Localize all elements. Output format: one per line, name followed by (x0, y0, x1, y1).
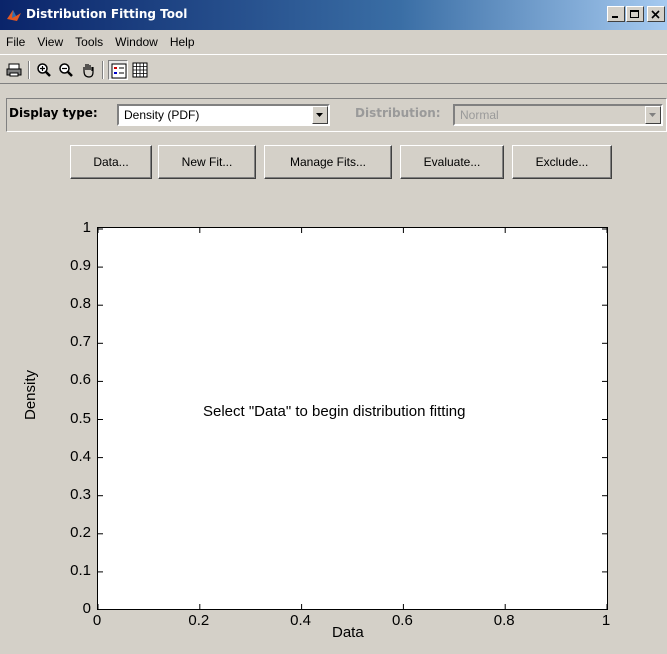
menu-file[interactable]: File (0, 35, 31, 49)
distribution-label: Distribution: (355, 106, 441, 120)
print-icon[interactable] (4, 60, 24, 80)
y-tick-label: 0.5 (70, 409, 91, 427)
menu-bar: File View Tools Window Help (0, 30, 667, 54)
empty-plot-message: Select "Data" to begin distribution fitt… (203, 403, 466, 420)
y-tick-label: 0.9 (70, 257, 91, 275)
distribution-dropdown: Normal (453, 104, 663, 126)
maximize-button[interactable] (626, 6, 644, 22)
y-tick-label: 0.4 (70, 447, 91, 465)
close-button[interactable] (647, 6, 665, 22)
exclude-button[interactable]: Exclude... (512, 145, 612, 179)
evaluate-button[interactable]: Evaluate... (400, 145, 504, 179)
title-bar: Distribution Fitting Tool (0, 0, 667, 30)
x-tick-label: 0.6 (391, 612, 413, 629)
x-axis-label: Data (332, 624, 364, 641)
menu-help[interactable]: Help (164, 35, 201, 49)
menu-view[interactable]: View (31, 35, 69, 49)
manage-fits-button[interactable]: Manage Fits... (264, 145, 392, 179)
display-type-value: Density (PDF) (124, 108, 200, 122)
minimize-button[interactable] (607, 6, 625, 22)
y-axis-label: Density (22, 369, 39, 420)
pan-hand-icon[interactable] (78, 60, 98, 80)
y-tick-label: 0.2 (70, 523, 91, 541)
chevron-down-icon (645, 106, 661, 124)
data-button[interactable]: Data... (70, 145, 152, 179)
new-fit-button[interactable]: New Fit... (158, 145, 256, 179)
x-tick-label: 0 (92, 612, 102, 629)
y-tick-label: 1 (82, 219, 91, 236)
y-tick-label: 0.6 (70, 371, 91, 389)
x-tick-label: 1 (601, 612, 611, 629)
x-tick-label: 0.8 (493, 612, 515, 629)
legend-icon[interactable] (108, 60, 128, 80)
grid-icon[interactable] (130, 60, 150, 80)
x-tick-label: 0.2 (188, 612, 210, 629)
x-tick-label: 0.4 (290, 612, 312, 629)
y-tick-label: 0.1 (70, 561, 91, 579)
chevron-down-icon[interactable] (312, 106, 328, 124)
window-title: Distribution Fitting Tool (26, 7, 188, 21)
zoom-in-icon[interactable] (34, 60, 54, 80)
toolbar (0, 54, 667, 84)
y-tick-label: 0.3 (70, 485, 91, 503)
display-type-label: Display type: (9, 106, 98, 120)
toolbar-separator (28, 61, 30, 79)
y-tick-label: 0.7 (70, 333, 91, 351)
y-tick-label: 0.8 (70, 295, 91, 313)
menu-window[interactable]: Window (109, 35, 164, 49)
distribution-value: Normal (460, 108, 499, 122)
matlab-logo-icon (6, 7, 22, 23)
zoom-out-icon[interactable] (56, 60, 76, 80)
menu-tools[interactable]: Tools (69, 35, 109, 49)
display-type-dropdown[interactable]: Density (PDF) (117, 104, 330, 126)
toolbar-separator (102, 61, 104, 79)
